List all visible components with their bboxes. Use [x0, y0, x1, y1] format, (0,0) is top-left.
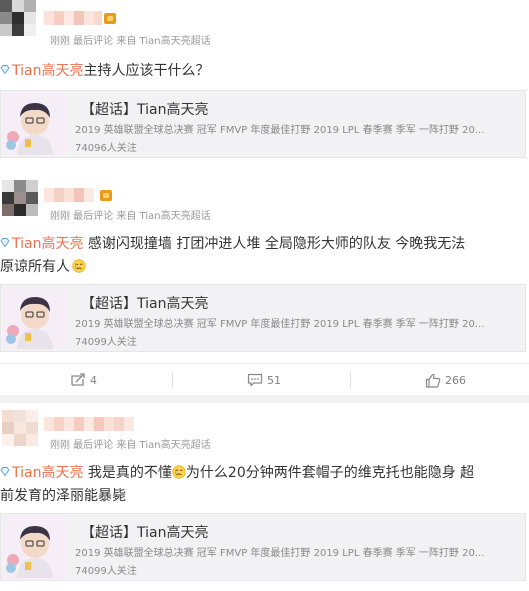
post-content: Tian高天亮 感谢闪现撞墙 打团冲进人堆 全局隐形大师的队友 今晚我无法: [0, 233, 465, 255]
post-body-line1: 感谢闪现撞墙 打团冲进人堆 全局隐形大师的队友 今晚我无法: [83, 236, 466, 252]
thumbs-up-icon: [425, 373, 441, 388]
topic-card[interactable]: 【超话】Tian高天亮 2019 英雄联盟全球总决赛 冠军 FMVP 年度最佳打…: [0, 90, 526, 158]
comment-icon: [247, 373, 263, 387]
post-body: 主持人应该干什么？: [83, 63, 210, 79]
vip-badge-icon: [104, 13, 116, 24]
user-avatar[interactable]: [0, 0, 36, 36]
user-name[interactable]: [44, 417, 136, 431]
topic-card-title: 【超话】Tian高天亮: [81, 102, 209, 118]
post-meta: 刚刚 最后评论 来自 Tian高天亮超话: [50, 211, 211, 222]
topic-card-followers: 74099人关注: [75, 566, 137, 577]
action-divider: [350, 372, 351, 388]
user-avatar[interactable]: [2, 410, 38, 446]
topic-card-followers: 74096人关注: [75, 143, 137, 154]
topic-card-thumbnail: [3, 516, 67, 578]
repost-icon: [71, 373, 85, 386]
user-avatar[interactable]: [2, 180, 38, 216]
post-content-line2: 前发育的泽丽能暴毙: [0, 485, 126, 507]
like-button[interactable]: 266: [425, 364, 466, 396]
topic-link[interactable]: Tian高天亮: [12, 465, 83, 481]
like-count: 266: [445, 373, 466, 387]
topic-card-title: 【超话】Tian高天亮: [81, 525, 209, 541]
diamond-tag-icon: [0, 467, 10, 476]
post-meta: 刚刚 最后评论 来自 Tian高天亮超话: [50, 440, 211, 451]
post-content-line2: 原谅所有人: [0, 256, 86, 278]
post-content: Tian高天亮主持人应该干什么？: [0, 60, 209, 82]
diamond-tag-icon: [0, 238, 10, 247]
topic-card-title: 【超话】Tian高天亮: [81, 296, 209, 312]
post-body-line1a: 我是真的不懂: [83, 465, 172, 481]
topic-card-description: 2019 英雄联盟全球总决赛 冠军 FMVP 年度最佳打野 2019 LPL 春…: [75, 319, 485, 330]
repost-count: 4: [90, 373, 97, 387]
post-action-bar: 4 51 266: [0, 363, 529, 397]
topic-card[interactable]: 【超话】Tian高天亮 2019 英雄联盟全球总决赛 冠军 FMVP 年度最佳打…: [0, 513, 526, 581]
post-content: Tian高天亮 我是真的不懂 为什么20分钟两件套帽子的维克托也能隐身 超: [0, 462, 474, 484]
crying-emoji-icon: [72, 258, 86, 273]
topic-card-followers: 74099人关注: [75, 337, 137, 348]
diamond-tag-icon: [0, 65, 10, 74]
user-name[interactable]: [44, 188, 96, 202]
topic-card-thumbnail: [3, 93, 67, 155]
crying-emoji-icon: [172, 464, 186, 479]
comment-count: 51: [267, 373, 281, 387]
user-name[interactable]: [44, 11, 102, 25]
post-body-line2: 原谅所有人: [0, 259, 70, 275]
topic-card-description: 2019 英雄联盟全球总决赛 冠军 FMVP 年度最佳打野 2019 LPL 春…: [75, 548, 485, 559]
topic-card-thumbnail: [3, 287, 67, 349]
topic-card[interactable]: 【超话】Tian高天亮 2019 英雄联盟全球总决赛 冠军 FMVP 年度最佳打…: [0, 284, 526, 352]
post-meta: 刚刚 最后评论 来自 Tian高天亮超话: [50, 36, 211, 47]
topic-card-description: 2019 英雄联盟全球总决赛 冠军 FMVP 年度最佳打野 2019 LPL 春…: [75, 125, 485, 136]
comment-button[interactable]: 51: [247, 364, 281, 396]
topic-link[interactable]: Tian高天亮: [12, 236, 83, 252]
action-divider: [172, 372, 173, 388]
topic-link[interactable]: Tian高天亮: [12, 63, 83, 79]
post-body-line1b: 为什么20分钟两件套帽子的维克托也能隐身 超: [185, 465, 475, 481]
repost-button[interactable]: 4: [70, 364, 97, 396]
post-body-line2: 前发育的泽丽能暴毙: [0, 488, 126, 504]
vip-badge-icon: [100, 190, 112, 201]
feed-separator: [0, 395, 529, 403]
